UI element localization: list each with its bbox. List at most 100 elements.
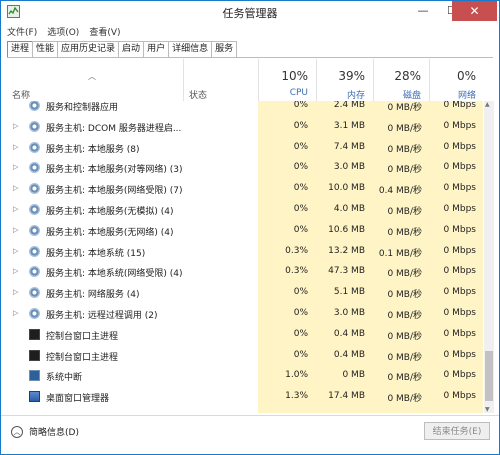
process-memory: 0 MB	[342, 370, 365, 381]
expand-arrow-icon[interactable]: ▷	[13, 288, 18, 296]
process-disk: 0 MB/秒	[387, 269, 422, 280]
process-network: 0 Mbps	[443, 183, 476, 194]
task-manager-window: 任务管理器 — ☐ ✕ 文件(F) 选项(O) 查看(V) 进程 性能 应用历史…	[0, 0, 500, 455]
menu-file[interactable]: 文件(F)	[7, 25, 37, 39]
process-network: 0 Mbps	[443, 308, 476, 318]
process-name: 服务主机: 远程过程调用 (2)	[46, 311, 158, 321]
expand-arrow-icon[interactable]: ▷	[13, 184, 18, 192]
process-disk: 0 MB/秒	[387, 103, 422, 113]
expand-arrow-icon[interactable]: ▷	[13, 143, 18, 151]
process-row[interactable]: 桌面窗口管理器 1.3% 17.4 MB 0 MB/秒 0 Mbps	[8, 386, 484, 407]
process-memory: 3.1 MB	[333, 120, 365, 131]
end-task-button[interactable]: 结束任务(E)	[424, 422, 490, 440]
tab-performance[interactable]: 性能	[32, 41, 59, 57]
process-row[interactable]: ▷ 服务主机: 本地服务(无模拟) (4) 0% 4.0 MB 0 MB/秒 0 Mbps	[8, 199, 484, 220]
process-row[interactable]: ▷ 服务主机: 本地系统 (15) 0.3% 13.2 MB 0.1 MB/秒 0 Mbp…	[8, 241, 484, 262]
tab-details[interactable]: 详细信息	[168, 41, 213, 57]
process-network: 0 Mbps	[443, 391, 476, 402]
process-memory: 0.4 MB	[333, 328, 365, 339]
process-row[interactable]: ▷ 服务主机: 网络服务 (4) 0% 5.1 MB 0 MB/秒 0 Mbps	[8, 282, 484, 303]
process-memory: 4.0 MB	[333, 204, 365, 214]
process-network: 0 Mbps	[443, 370, 476, 381]
process-icon	[29, 266, 40, 278]
process-icon	[29, 349, 40, 361]
process-row[interactable]: ▷ 服务主机: 本地服务(对等网络) (3) 0% 3.0 MB 0 MB/秒 0 Mbp…	[8, 157, 484, 178]
process-cpu: 0.3%	[285, 245, 308, 256]
process-row[interactable]: 控制台窗口主进程 0% 0.4 MB 0 MB/秒 0 Mbps	[8, 345, 484, 366]
process-row[interactable]: 控制台窗口主进程 0% 0.4 MB 0 MB/秒 0 Mbps	[8, 324, 484, 345]
process-name: 服务主机: 本地系统 (15)	[46, 248, 146, 259]
process-name: 桌面窗口管理器	[46, 394, 110, 405]
scroll-down-icon[interactable]: ▼	[485, 406, 490, 413]
process-network: 0 Mbps	[443, 120, 476, 131]
process-row[interactable]: 服务和控制器应用 0% 2.4 MB 0 MB/秒 0 Mbps	[8, 101, 484, 116]
expand-arrow-icon[interactable]: ▷	[13, 122, 18, 130]
process-disk: 0 MB/秒	[387, 123, 422, 134]
process-cpu: 0%	[293, 349, 308, 360]
close-button[interactable]: ✕	[452, 1, 497, 21]
cpu-total: 10%	[281, 69, 308, 83]
process-cpu: 0%	[293, 162, 308, 173]
expand-arrow-icon[interactable]: ▷	[13, 163, 18, 171]
expand-arrow-icon[interactable]: ▷	[13, 226, 18, 234]
process-row[interactable]: ▷ 服务主机: DCOM 服务器进程启... 0% 3.1 MB 0 MB/秒 0 Mbp…	[8, 116, 484, 137]
column-name[interactable]: 名称	[12, 88, 30, 101]
process-row[interactable]: 系统中断 1.0% 0 MB 0 MB/秒 0 Mbps	[8, 365, 484, 386]
expand-arrow-icon[interactable]: ▷	[13, 309, 18, 317]
process-name: 服务主机: 本地服务(网络受限) (7)	[46, 186, 183, 197]
tab-users[interactable]: 用户	[143, 41, 170, 57]
process-network: 0 Mbps	[443, 101, 476, 110]
process-cpu: 0%	[293, 328, 308, 339]
tab-strip: 进程 性能 应用历史记录 启动 用户 详细信息 服务	[7, 41, 238, 57]
process-name: 服务主机: DCOM 服务器进程启...	[46, 123, 182, 134]
process-icon	[29, 101, 40, 111]
cpu-label: CPU	[289, 88, 308, 98]
process-memory: 17.4 MB	[328, 391, 365, 402]
process-network: 0 Mbps	[443, 349, 476, 360]
process-cpu: 0%	[293, 308, 308, 318]
process-row[interactable]: ▷ 服务主机: 本地服务 (8) 0% 7.4 MB 0 MB/秒 0 Mbps	[8, 137, 484, 158]
process-memory: 2.4 MB	[333, 101, 365, 110]
process-memory: 13.2 MB	[328, 245, 365, 256]
process-cpu: 0.3%	[285, 266, 308, 277]
process-row[interactable]: ▷ 服务主机: 远程过程调用 (2) 0% 3.0 MB 0 MB/秒 0 Mbps	[8, 303, 484, 324]
process-row[interactable]: ▷ 服务主机: 本地系统(网络受限) (4) 0.3% 47.3 MB 0 MB/秒 0 …	[8, 261, 484, 282]
process-memory: 3.0 MB	[333, 308, 365, 318]
process-row[interactable]: ▷ 服务主机: 本地服务(无网络) (4) 0% 10.6 MB 0 MB/秒 0 Mbp…	[8, 220, 484, 241]
menu-options[interactable]: 选项(O)	[47, 25, 79, 39]
process-network: 0 Mbps	[443, 162, 476, 173]
process-network: 0 Mbps	[443, 328, 476, 339]
scroll-up-icon[interactable]: ▲	[485, 101, 490, 108]
disk-label: 磁盘	[402, 91, 421, 101]
expand-arrow-icon[interactable]: ▷	[13, 205, 18, 213]
column-memory[interactable]: 39% 内存	[316, 59, 373, 101]
process-name: 服务和控制器应用	[46, 103, 119, 113]
menu-view[interactable]: 查看(V)	[89, 25, 120, 39]
process-icon	[29, 308, 40, 319]
tab-startup[interactable]: 启动	[118, 41, 145, 57]
expand-arrow-icon[interactable]: ▷	[13, 267, 18, 275]
process-memory: 10.6 MB	[328, 224, 365, 235]
process-memory: 10.0 MB	[328, 183, 365, 194]
column-status[interactable]: 状态	[189, 88, 207, 101]
fewer-details-button[interactable]: ︿ 简略信息(D)	[11, 425, 79, 438]
process-cpu: 0%	[293, 141, 308, 152]
vertical-scrollbar[interactable]: ▲ ▼	[484, 101, 494, 413]
tab-app-history[interactable]: 应用历史记录	[57, 41, 120, 57]
expand-arrow-icon[interactable]: ▷	[13, 247, 18, 255]
tab-processes[interactable]: 进程	[7, 41, 34, 57]
process-icon	[29, 204, 40, 215]
process-row[interactable]: ▷ 服务主机: 本地服务(网络受限) (7) 0% 10.0 MB 0.4 MB/秒 0 …	[8, 178, 484, 199]
network-label: 网络	[457, 91, 476, 101]
process-network: 0 Mbps	[443, 204, 476, 214]
column-network[interactable]: 0% 网络	[429, 59, 484, 101]
process-name: 服务主机: 网络服务 (4)	[46, 290, 140, 301]
minimize-button[interactable]: —	[409, 1, 437, 21]
process-cpu: 0%	[293, 183, 308, 194]
column-cpu[interactable]: 10% CPU	[258, 59, 316, 101]
process-cpu: 0%	[293, 224, 308, 235]
tab-services[interactable]: 服务	[211, 41, 238, 57]
menu-bar: 文件(F) 选项(O) 查看(V)	[7, 25, 121, 39]
scrollbar-thumb[interactable]	[485, 351, 493, 401]
column-disk[interactable]: 28% 磁盘	[373, 59, 429, 101]
